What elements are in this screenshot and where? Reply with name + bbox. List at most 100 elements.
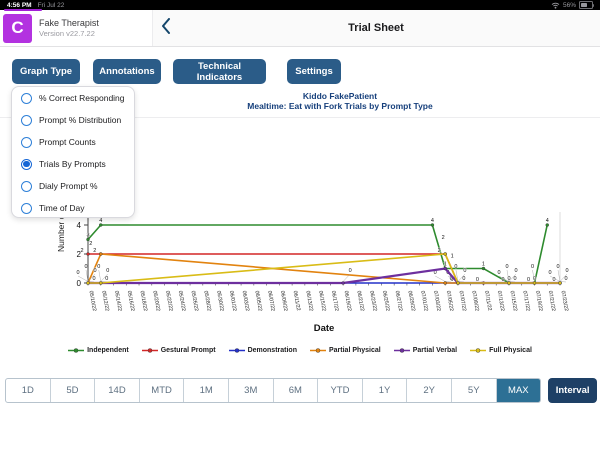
- legend-item-partial-verbal: Partial Verbal: [394, 347, 457, 354]
- data-label: 1: [444, 262, 447, 268]
- x-tick-label: 06/11/22: [292, 290, 301, 311]
- data-point: [99, 282, 102, 285]
- menu-item-trials-by-prompts[interactable]: Trials By Prompts: [12, 153, 134, 175]
- x-tick-label: 06/17/22: [330, 290, 339, 311]
- menu-item-dialy-prompt-[interactable]: Dialy Prompt %: [12, 175, 134, 197]
- chart-subtitle: Mealtime: Eat with Fork Trials by Prompt…: [90, 101, 590, 111]
- x-tick-label: 07/11/22: [483, 290, 492, 311]
- interval-button[interactable]: Interval: [548, 378, 597, 403]
- range-option-mtd[interactable]: MTD: [139, 379, 184, 402]
- range-option-5d[interactable]: 5D: [50, 379, 95, 402]
- range-option-1m[interactable]: 1M: [183, 379, 228, 402]
- wifi-icon: [551, 0, 560, 14]
- data-point: [456, 282, 459, 285]
- legend-marker-icon: [229, 347, 245, 354]
- data-label: 2: [80, 248, 83, 254]
- data-label: 0: [84, 264, 87, 270]
- x-tick-label: 07/05/22: [445, 290, 454, 311]
- data-label: 0: [463, 268, 466, 274]
- x-tick-label: 05/10/22: [88, 290, 97, 311]
- menu-item-label: Trials By Prompts: [39, 159, 106, 169]
- radio-icon[interactable]: [21, 181, 32, 192]
- chart-title-block: Kiddo FakePatient Mealtime: Eat with For…: [90, 91, 590, 111]
- data-point: [507, 282, 510, 285]
- battery-percent: 56%: [563, 1, 576, 10]
- series-partial-physical: 020000: [76, 241, 561, 285]
- radio-selected-icon[interactable]: [21, 159, 32, 170]
- annotations-button[interactable]: Annotations: [93, 59, 161, 84]
- data-label: 0: [548, 270, 551, 276]
- x-tick-label: 07/03/22: [432, 290, 441, 311]
- range-segments: 1D5D14DMTD1M3M6MYTD1Y2Y5YMAX: [5, 378, 541, 403]
- menu-item-time-of-day[interactable]: Time of Day: [12, 197, 134, 219]
- range-option-6m[interactable]: 6M: [273, 379, 318, 402]
- x-tick-label: 07/09/22: [470, 290, 479, 311]
- x-tick-labels: 05/10/2205/12/2205/14/2205/16/2205/18/22…: [88, 283, 569, 312]
- range-option-1y[interactable]: 1Y: [362, 379, 407, 402]
- graph-type-button[interactable]: Graph Type: [12, 59, 80, 84]
- series-independent: 34411004: [86, 218, 548, 285]
- data-label: 0: [92, 276, 95, 282]
- series-line: [88, 269, 560, 284]
- data-point: [99, 253, 102, 256]
- data-label: 0: [513, 276, 516, 282]
- legend-marker-icon: [68, 347, 84, 354]
- data-label: 0: [76, 270, 79, 276]
- radio-icon[interactable]: [21, 203, 32, 214]
- radio-icon[interactable]: [21, 137, 32, 148]
- data-label: 4: [546, 218, 549, 224]
- app-version: Version v22.7.22: [39, 29, 99, 38]
- x-tick-label: 07/13/22: [496, 290, 505, 311]
- menu-item-label: Prompt % Distribution: [39, 115, 121, 125]
- legend-label: Demonstration: [248, 347, 297, 354]
- radio-icon[interactable]: [21, 115, 32, 126]
- radio-icon[interactable]: [21, 93, 32, 104]
- data-label: 0: [454, 264, 457, 270]
- range-option-max[interactable]: MAX: [496, 379, 541, 402]
- x-axis-title: Date: [314, 323, 335, 334]
- x-tick-label: 07/19/22: [534, 290, 543, 311]
- menu-item-prompt-counts[interactable]: Prompt Counts: [12, 131, 134, 153]
- data-label: 0: [564, 276, 567, 282]
- axes: 0 2 4: [77, 212, 562, 288]
- app-name-block: Fake Therapist Version v22.7.22: [39, 18, 99, 38]
- data-label: 0: [497, 270, 500, 276]
- range-option-ytd[interactable]: YTD: [317, 379, 362, 402]
- data-label: 1: [482, 262, 485, 268]
- legend-label: Independent: [87, 347, 129, 354]
- header-bar: C Fake Therapist Version v22.7.22 Trial …: [0, 10, 600, 47]
- x-tick-label: 07/23/22: [560, 290, 569, 311]
- x-tick-label: 05/12/22: [100, 290, 109, 311]
- x-tick-label: 05/30/22: [215, 290, 224, 311]
- data-label: 0: [349, 268, 352, 274]
- range-option-2y[interactable]: 2Y: [406, 379, 451, 402]
- range-option-5y[interactable]: 5Y: [451, 379, 496, 402]
- x-tick-label: 06/27/22: [394, 290, 403, 311]
- data-label: 2: [442, 235, 445, 241]
- menu-item-prompt--distribution[interactable]: Prompt % Distribution: [12, 109, 134, 131]
- legend-item-gestural-prompt: Gestural Prompt: [142, 347, 216, 354]
- data-point: [342, 282, 345, 285]
- status-date: Fri Jul 22: [38, 1, 65, 10]
- menu-item-label: Dialy Prompt %: [39, 181, 98, 191]
- data-label: 0: [505, 264, 508, 270]
- x-tick-label: 06/25/22: [381, 290, 390, 311]
- x-tick-label: 07/15/22: [509, 290, 518, 311]
- range-option-1d[interactable]: 1D: [6, 379, 50, 402]
- app-identity: C Fake Therapist Version v22.7.22: [0, 10, 153, 46]
- data-label: 0: [556, 264, 559, 270]
- menu-item--correct-responding[interactable]: % Correct Responding: [12, 87, 134, 109]
- legend-label: Gestural Prompt: [161, 347, 216, 354]
- settings-button[interactable]: Settings: [287, 59, 341, 84]
- status-time: 4:56 PM: [7, 1, 32, 10]
- legend-label: Full Physical: [489, 347, 532, 354]
- technical-indicators-button[interactable]: Technical Indicators: [173, 59, 266, 84]
- data-label: 0: [565, 268, 568, 274]
- range-option-3m[interactable]: 3M: [228, 379, 273, 402]
- x-tick-label: 06/19/22: [343, 290, 352, 311]
- status-left: 4:56 PM Fri Jul 22: [7, 1, 64, 10]
- app-screen: 4:56 PM Fri Jul 22 56% C Fake Therapist …: [0, 0, 600, 450]
- legend-label: Partial Verbal: [413, 347, 457, 354]
- x-tick-label: 06/07/22: [266, 290, 275, 311]
- range-option-14d[interactable]: 14D: [94, 379, 139, 402]
